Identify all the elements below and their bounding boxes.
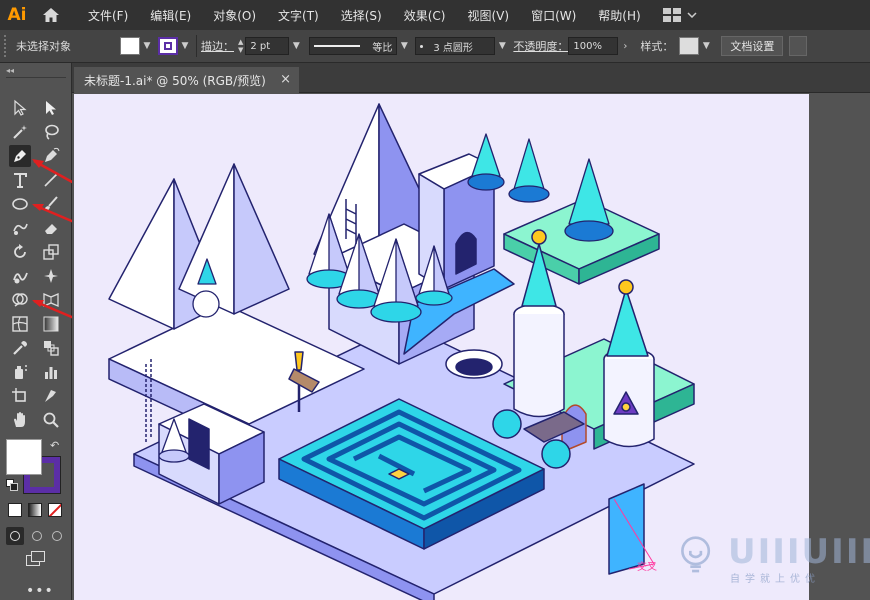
draw-inside-icon[interactable] (48, 527, 66, 545)
menu-view[interactable]: 视图(V) (467, 7, 509, 24)
scale-tool-icon[interactable] (40, 241, 62, 263)
slice-tool-icon[interactable] (40, 385, 62, 407)
preferences-button[interactable] (789, 36, 808, 56)
none-mode-icon[interactable] (48, 503, 62, 517)
shaper-tool-icon[interactable] (9, 217, 31, 239)
collapse-icon[interactable]: ◂◂ (0, 63, 71, 77)
menu-select[interactable]: 选择(S) (341, 7, 382, 24)
draw-normal-icon[interactable] (6, 527, 24, 545)
menu-object[interactable]: 对象(O) (213, 7, 256, 24)
style-swatch[interactable] (679, 37, 700, 55)
tools-panel: ◂◂ ↶ ••• (0, 63, 75, 600)
stroke-dropdown-icon[interactable]: ▼ (178, 37, 192, 55)
mesh-tool-icon[interactable] (9, 313, 31, 335)
menu-bar: Ai 文件(F) 编辑(E) 对象(O) 文字(T) 选择(S) 效果(C) 视… (0, 0, 870, 30)
lasso-tool-icon[interactable] (40, 121, 62, 143)
hand-tool-icon[interactable] (9, 409, 31, 431)
opacity-arrow-icon[interactable]: › (618, 37, 632, 55)
swap-colors-icon[interactable]: ↶ (50, 439, 59, 452)
stroke-line-preview (314, 45, 361, 47)
app-logo: Ai (7, 5, 27, 25)
puppet-warp-tool-icon[interactable] (40, 265, 62, 287)
screen-mode-icon[interactable] (26, 551, 46, 567)
document-settings-button[interactable]: 文档设置 (721, 36, 784, 56)
panel-grip-icon (4, 35, 12, 57)
canvas-area[interactable]: 交叉 (72, 93, 870, 600)
panel-divider (6, 77, 66, 78)
close-icon[interactable]: × (280, 72, 291, 87)
draw-behind-icon[interactable] (28, 527, 46, 545)
watermark-bulb-icon (681, 536, 711, 573)
red-arrow-shape-builder-icon (32, 299, 75, 320)
brush-label: 3 点圆形 (433, 42, 473, 54)
menu-help[interactable]: 帮助(H) (598, 7, 640, 24)
direct-selection-tool-icon[interactable] (40, 97, 62, 119)
document-tab-title: 未标题-1.ai* @ 50% (RGB/预览) (84, 73, 266, 88)
menu-type[interactable]: 文字(T) (278, 7, 319, 24)
blend-tool-icon[interactable] (40, 337, 62, 359)
document-tab[interactable]: 未标题-1.ai* @ 50% (RGB/预览) × (74, 67, 299, 93)
selection-status: 未选择对象 (16, 40, 71, 53)
artboard-tool-icon[interactable] (9, 385, 31, 407)
opacity-label[interactable]: 不透明度： (513, 38, 568, 54)
grid-layout-icon (662, 8, 681, 22)
gradient-mode-icon[interactable] (28, 503, 42, 517)
watermark-tagline: 自学就上优优 (730, 574, 820, 585)
home-icon[interactable] (34, 0, 68, 30)
chevron-down-icon (687, 12, 697, 18)
type-tool-icon[interactable] (9, 169, 31, 191)
more-tools-icon[interactable]: ••• (26, 583, 54, 599)
brush-dot-icon (420, 44, 424, 48)
warp-tool-icon[interactable] (9, 265, 31, 287)
brush-select[interactable]: 3 点圆形 (415, 37, 496, 55)
shape-builder-tool-icon[interactable] (9, 289, 31, 311)
workspace-switcher[interactable] (662, 8, 697, 22)
stroke-style-select[interactable]: 等比 (309, 37, 398, 55)
fill-dropdown-icon[interactable]: ▼ (140, 37, 154, 55)
control-bar: 未选择对象 ▼ ▼ 描边： ▲ ▼ 2 pt ▼ 等比 ▼ 3 点圆形 ▼ 不透明… (0, 30, 870, 63)
stroke-weight-stepper[interactable]: ▲ ▼ (238, 38, 243, 54)
column-graph-tool-icon[interactable] (40, 361, 62, 383)
ellipse-tool-icon[interactable] (9, 193, 31, 215)
red-arrow-ellipse-icon (32, 203, 75, 224)
pen-tool-icon[interactable] (9, 145, 31, 167)
selection-tool-icon[interactable] (9, 97, 31, 119)
watermark-brand: UIIIUIII (728, 532, 870, 572)
color-mode-icon[interactable] (8, 503, 22, 517)
red-arrow-pen-icon (32, 159, 75, 185)
isometric-illustration (108, 103, 695, 600)
stroke-label[interactable]: 描边： (201, 38, 234, 54)
fill-swatch[interactable] (120, 37, 140, 55)
stroke-weight-dropdown-icon[interactable]: ▼ (289, 37, 303, 55)
eyedropper-tool-icon[interactable] (9, 337, 31, 359)
default-colors-icon[interactable] (6, 479, 18, 491)
zoom-tool-icon[interactable] (40, 409, 62, 431)
menu-edit[interactable]: 编辑(E) (150, 7, 191, 24)
menu-effect[interactable]: 效果(C) (404, 7, 446, 24)
stroke-style-dropdown-icon[interactable]: ▼ (397, 37, 411, 55)
opacity-input[interactable]: 100% (568, 37, 619, 55)
artboard[interactable]: 交叉 (74, 94, 809, 600)
magic-wand-tool-icon[interactable] (9, 121, 31, 143)
document-tab-bar: 未标题-1.ai* @ 50% (RGB/预览) × (72, 63, 870, 93)
symbol-sprayer-tool-icon[interactable] (9, 361, 31, 383)
rotate-tool-icon[interactable] (9, 241, 31, 263)
stroke-style-label: 等比 (372, 42, 393, 54)
fill-color-swatch[interactable] (6, 439, 42, 475)
stroke-weight-input[interactable]: 2 pt (245, 37, 290, 55)
menu-window[interactable]: 窗口(W) (531, 7, 576, 24)
brush-dropdown-icon[interactable]: ▼ (495, 37, 509, 55)
style-dropdown-icon[interactable]: ▼ (699, 37, 713, 55)
style-label: 样式： (640, 40, 674, 53)
menu-file[interactable]: 文件(F) (88, 7, 128, 24)
annotation-label: 交叉 (637, 562, 657, 573)
stroke-swatch[interactable] (158, 37, 178, 55)
